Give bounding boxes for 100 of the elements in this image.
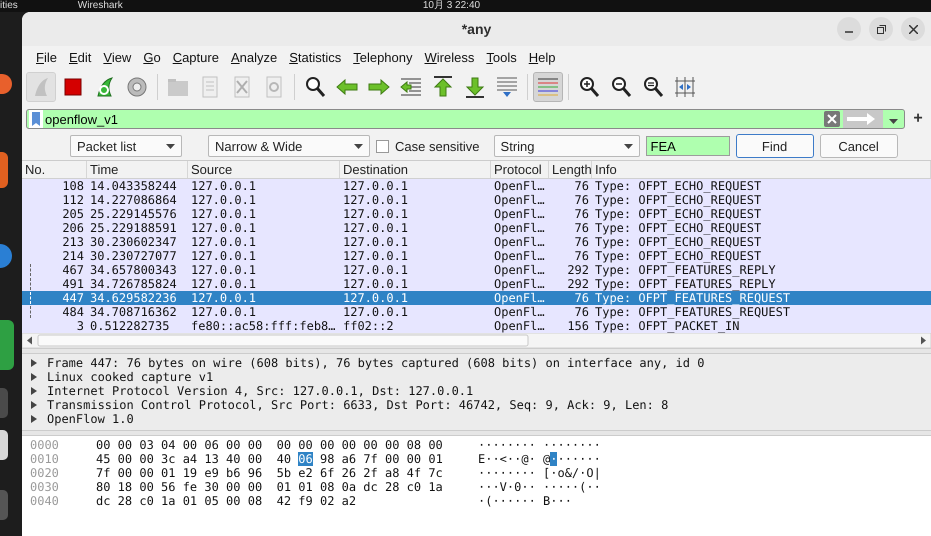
clear-icon[interactable] [824, 111, 840, 127]
packet-row[interactable]: 205 25.229145576 127.0.0.1 127.0.0.1 OpenFl… 76 Type: OFPT_ECHO_REQUEST [22, 207, 931, 221]
arrow-down-icon [463, 75, 487, 99]
search-field[interactable]: FEA [646, 136, 730, 156]
maximize-button[interactable] [869, 17, 893, 41]
packet-row[interactable]: 213 30.230602347 127.0.0.1 127.0.0.1 OpenFl… 76 Type: OFPT_ECHO_REQUEST [22, 235, 931, 249]
table-cell-text: 30.230727077 [89, 249, 178, 263]
byte-offset: 0040 [29, 494, 60, 508]
detail-line[interactable]: OpenFlow 1.0 [47, 412, 134, 426]
packet-row[interactable]: 467 34.657800343 127.0.0.1 127.0.0.1 OpenFl… 292 Type: OFPT_FEATURES_REPLY [22, 263, 931, 277]
packet-row[interactable]: 214 30.230727077 127.0.0.1 127.0.0.1 OpenFl… 76 Type: OFPT_ECHO_REQUEST [22, 249, 931, 263]
menu-item[interactable]: Go [137, 50, 167, 64]
table-cell-text: Type: OFPT_ECHO_REQUEST [594, 207, 762, 221]
table-cell-text: OpenFl… [493, 179, 546, 193]
find-button[interactable]: Find [736, 134, 814, 158]
packet-row[interactable]: 447 34.629582236 127.0.0.1 127.0.0.1 OpenFl… 76 Type: OFPT_FEATURES_REQUEST [22, 291, 931, 305]
app-icon[interactable] [0, 74, 12, 94]
minimize-button[interactable] [837, 17, 861, 41]
packet-row[interactable]: 491 34.726785824 127.0.0.1 127.0.0.1 OpenFl… 292 Type: OFPT_FEATURES_REPLY [22, 277, 931, 291]
cancel-button[interactable]: Cancel [820, 134, 898, 158]
filter-field-frame[interactable]: openflow_v1 [26, 109, 905, 129]
table-cell-text: 206 [61, 221, 85, 235]
column-header[interactable]: Destination [340, 161, 491, 178]
packet-row[interactable]: 3 0.512282735 fe80::ac58:fff:feb8… ff02::2 OpenFl… 156 Type: OFPT_PACKET_IN [22, 319, 931, 333]
hex-bytes: 00 00 03 04 00 06 00 00 00 00 00 00 00 00 08 00 [96, 438, 443, 452]
detail-line[interactable]: Internet Protocol Version 4, Src: 127.0.0.1, Dst: 127.0.0.1 [47, 384, 474, 398]
character-width-dropdown[interactable]: Narrow & Wide [208, 135, 370, 157]
table-cell-text: 34.708716362 [89, 305, 178, 319]
table-cell-text: 76 [574, 193, 590, 207]
toolbar-button[interactable] [533, 72, 563, 102]
detail-line[interactable]: Frame 447: 76 bytes on wire (608 bits), 76 bytes captured (608 bits) on interface any, id 0 [47, 356, 704, 370]
menu-item[interactable]: Telephony [347, 50, 418, 64]
menu-item[interactable]: Statistics [283, 50, 348, 64]
table-cell-text: 127.0.0.1 [342, 263, 410, 277]
menu-item[interactable]: Capture [166, 50, 225, 64]
packet-row[interactable]: 108 14.043358244 127.0.0.1 127.0.0.1 OpenFl… 76 Type: OFPT_ECHO_REQUEST [22, 179, 931, 193]
column-header[interactable]: No. [22, 161, 87, 178]
table-cell-text: 127.0.0.1 [342, 179, 410, 193]
column-header[interactable]: Protocol [491, 161, 549, 178]
column-header[interactable]: Time [87, 161, 188, 178]
column-header[interactable]: Source [188, 161, 340, 178]
table-cell-text: Type: OFPT_FEATURES_REPLY [594, 263, 777, 277]
packet-row[interactable]: 112 14.227086864 127.0.0.1 127.0.0.1 OpenFl… 76 Type: OFPT_ECHO_REQUEST [22, 193, 931, 207]
horizontal-scrollbar[interactable] [22, 333, 931, 348]
table-cell-text: Type: OFPT_ECHO_REQUEST [594, 221, 762, 235]
byte-offset: 0000 [29, 438, 60, 452]
expand-arrow-icon[interactable] [30, 373, 38, 381]
table-cell-text: 127.0.0.1 [190, 277, 258, 291]
expand-arrow-icon[interactable] [30, 415, 38, 423]
dropdown-caret-icon [354, 144, 363, 148]
table-cell-text: 112 [61, 193, 85, 207]
zoom-reset-icon [641, 75, 665, 99]
packet-row[interactable]: 484 34.708716362 127.0.0.1 127.0.0.1 OpenFl… 76 Type: OFPT_FEATURES_REQUEST [22, 305, 931, 319]
table-cell-text: 30.230602347 [89, 235, 178, 249]
menu-item[interactable]: Analyze [224, 50, 284, 64]
detail-line[interactable]: Linux cooked capture v1 [47, 370, 214, 384]
menu-item[interactable]: Wireless [418, 50, 480, 64]
search-in-dropdown[interactable]: Packet list [70, 135, 182, 157]
dropdown-caret-icon [624, 144, 633, 148]
clock[interactable]: 10月 3 22:40 [422, 0, 480, 12]
byte-offset: 0010 [29, 452, 60, 466]
expand-arrow-icon[interactable] [30, 401, 38, 409]
add-filter-button[interactable]: + [911, 110, 925, 128]
expand-arrow-icon[interactable] [30, 387, 38, 395]
close-icon [908, 24, 918, 34]
hex-bytes: 80 18 00 56 fe 30 00 00 01 01 08 0a dc 28 c0 1a [96, 480, 443, 494]
activities-label[interactable]: ities [0, 0, 18, 12]
expand-arrow-icon[interactable] [30, 359, 38, 367]
table-cell-text: 214 [61, 249, 85, 263]
table-cell-text: 34.629582236 [89, 291, 178, 305]
packet-row[interactable]: 206 25.229188591 127.0.0.1 127.0.0.1 OpenFl… 76 Type: OFPT_ECHO_REQUEST [22, 221, 931, 235]
table-cell-text: OpenFl… [493, 235, 546, 249]
app-name[interactable]: Wireshark [78, 0, 123, 12]
case-sensitive-checkbox[interactable] [376, 140, 389, 152]
resize-columns-icon [673, 75, 697, 99]
column-header[interactable]: Info [592, 161, 931, 178]
table-cell-text: 127.0.0.1 [342, 305, 410, 319]
table-cell-text: 127.0.0.1 [190, 305, 258, 319]
search-type-dropdown[interactable]: String [494, 135, 640, 157]
table-cell-text: 3 [76, 319, 85, 333]
table-cell-text: 76 [574, 291, 590, 305]
menu-item[interactable]: Tools [480, 50, 523, 64]
hex-bytes: 98 a6 7f 00 00 01 [318, 452, 443, 466]
bookmark-icon [29, 110, 43, 128]
menu-item[interactable]: Edit [62, 50, 98, 64]
table-cell-text: Type: OFPT_ECHO_REQUEST [594, 193, 762, 207]
detail-line[interactable]: Transmission Control Protocol, Src Port: 6633, Dst Port: 46742, Seq: 9, Ack: 9, Len: 8 [47, 398, 668, 412]
table-cell-text: 127.0.0.1 [190, 263, 258, 277]
close-button[interactable] [901, 17, 925, 41]
gear-icon [125, 75, 149, 99]
table-cell-text: Type: OFPT_ECHO_REQUEST [594, 235, 762, 249]
menu-item[interactable]: Help [522, 50, 562, 64]
table-cell-text: 127.0.0.1 [342, 291, 410, 305]
menu-item[interactable]: File [30, 50, 63, 64]
column-header[interactable]: Length [549, 161, 592, 178]
display-filter-field[interactable]: openflow_v1 [43, 112, 824, 126]
menu-item[interactable]: View [97, 50, 138, 64]
app-icon[interactable] [0, 430, 8, 460]
table-cell-text: 127.0.0.1 [190, 221, 258, 235]
dropdown-caret-icon [889, 118, 898, 124]
